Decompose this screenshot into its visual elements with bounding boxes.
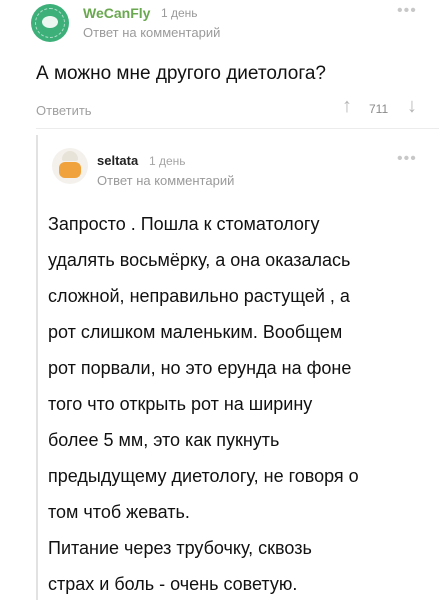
comment-line: более 5 мм, это как пукнуть — [48, 430, 280, 450]
arrow-down-icon[interactable]: ↓ — [407, 95, 417, 118]
thread-line[interactable] — [36, 135, 38, 600]
comment-text: Запросто . Пошла к стоматологу удалять в… — [48, 206, 433, 602]
comment: WeCanFly 1 день Ответ на комментарий •••… — [0, 0, 439, 135]
comment-line: рот слишком маленьким. Вообщем — [48, 322, 343, 342]
reply-to-link[interactable]: Ответ на комментарий — [97, 173, 234, 188]
comment-line: сложной, неправильно растущей , а — [48, 286, 350, 306]
comment-line: том чтоб жевать. — [48, 502, 190, 522]
comment-line: рот порвали, но это ерунда на фоне — [48, 358, 352, 378]
rating-count: 711 — [369, 102, 389, 116]
comment-line: Запросто . Пошла к стоматологу — [48, 214, 320, 234]
username[interactable]: seltata — [97, 153, 138, 168]
more-dots-icon[interactable]: ••• — [397, 150, 417, 168]
arrow-up-icon[interactable]: ↑ — [342, 95, 352, 118]
avatar-hat — [62, 151, 78, 161]
timestamp: 1 день — [161, 6, 198, 20]
reply-to-link[interactable]: Ответ на комментарий — [83, 25, 220, 40]
comment-line: Питание через трубочку, сквозь — [48, 538, 312, 558]
comment-line: страх и боль - очень советую. — [48, 574, 298, 594]
avatar[interactable] — [31, 4, 69, 42]
comment-line: того что открыть рот на ширину — [48, 394, 313, 414]
comment-line: предыдущему диетологу, не говоря о — [48, 466, 359, 486]
avatar-face — [59, 162, 81, 178]
comment-line: удалять восьмёрку, а она оказалась — [48, 250, 351, 270]
divider — [36, 128, 439, 129]
timestamp: 1 день — [149, 154, 186, 168]
more-dots-icon[interactable]: ••• — [397, 2, 417, 20]
reply-button[interactable]: Ответить — [36, 103, 92, 118]
username[interactable]: WeCanFly — [83, 5, 150, 21]
comment-text: А можно мне другого диетолога? — [36, 63, 326, 84]
avatar[interactable] — [52, 148, 88, 184]
avatar-emblem — [42, 16, 58, 28]
